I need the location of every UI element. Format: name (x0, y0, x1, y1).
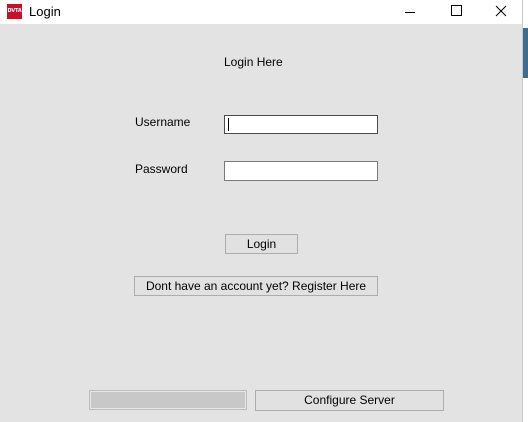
minimize-icon (405, 12, 415, 13)
page-heading: Login Here (224, 55, 283, 69)
login-button[interactable]: Login (225, 234, 298, 254)
text-caret (228, 118, 229, 131)
login-window: DVTA Login Login Here Username Password … (0, 0, 523, 422)
minimize-button[interactable] (386, 0, 432, 24)
password-label: Password (135, 162, 188, 176)
username-label: Username (135, 115, 191, 129)
app-icon: DVTA (7, 4, 22, 19)
maximize-button[interactable] (433, 0, 479, 24)
configure-server-button[interactable]: Configure Server (255, 390, 444, 411)
username-field[interactable] (224, 115, 378, 134)
close-button[interactable] (478, 0, 524, 24)
background-window-strip (523, 28, 528, 78)
progress-fill (91, 392, 245, 408)
close-icon (495, 5, 507, 17)
maximize-icon (451, 5, 462, 16)
title-bar[interactable]: DVTA Login (0, 0, 522, 24)
progress-bar (89, 390, 247, 410)
window-title: Login (29, 4, 61, 19)
register-button[interactable]: Dont have an account yet? Register Here (134, 276, 378, 296)
password-field[interactable] (224, 161, 378, 181)
